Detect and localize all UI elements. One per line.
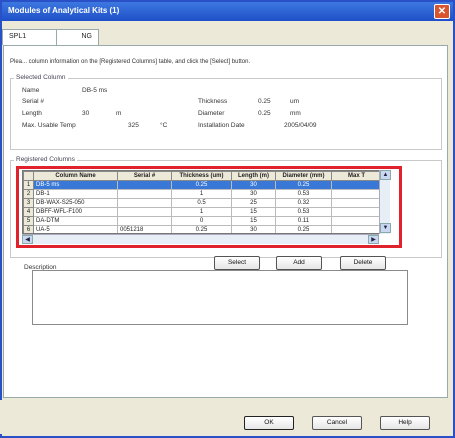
max-temp-cell[interactable] [331,189,382,199]
instruction-text: Plea... column information on the [Regis… [10,59,251,65]
serial-cell[interactable] [117,180,172,190]
column-name-cell[interactable]: DBFF-WFL-F100 [33,207,118,217]
name-value: DB-5 ms [82,87,108,94]
title-bar: Modules of Analytical Kits (1) ✕ [2,2,453,21]
row-number-cell[interactable]: 4 [23,207,34,217]
table-row[interactable]: 4 DBFF-WFL-F100 1 15 0.53 [23,207,382,217]
add-button[interactable]: Add [276,256,322,270]
tab-ng[interactable]: NG [57,29,99,45]
description-field[interactable] [32,270,408,325]
max-temp-cell[interactable] [331,216,382,226]
table-row[interactable]: 6 UA-5 0051218 0.25 30 0.25 [23,225,382,233]
column-name-cell[interactable]: DB-5 ms [33,180,118,190]
serial-cell[interactable]: 0051218 [117,225,172,233]
col-header-thickness[interactable]: Thickness (um) [171,171,232,181]
thickness-value: 0.25 [258,98,271,105]
table-row[interactable]: 2 DB-1 1 30 0.53 [23,189,382,199]
diameter-unit: mm [290,110,301,117]
diameter-cell[interactable]: 0.25 [275,225,332,233]
scroll-left-icon[interactable]: ◀ [22,235,33,244]
length-cell[interactable]: 30 [231,189,276,199]
thickness-cell[interactable]: 0 [171,216,232,226]
table-row[interactable]: 3 DB-WAX-S25-050 0.5 25 0.32 [23,198,382,208]
tab-spl1[interactable]: SPL1 [2,29,57,45]
install-date-label: Installation Date [198,122,245,129]
thickness-cell[interactable]: 0.25 [171,225,232,233]
length-unit: m [116,110,122,117]
col-header-max-temp[interactable]: Max T [331,171,382,181]
diameter-label: Diameter [198,110,225,117]
thickness-label: Thickness [198,98,228,105]
ok-button[interactable]: OK [244,416,294,430]
serial-cell[interactable] [117,216,172,226]
selected-column-group [10,78,442,150]
table-horizontal-scrollbar[interactable]: ◀ ▶ [22,234,379,244]
select-button[interactable]: Select [214,256,260,270]
length-label: Length [22,110,42,117]
install-date-value: 2005/04/09 [284,122,317,129]
col-header-length[interactable]: Length (m) [231,171,276,181]
scroll-right-icon[interactable]: ▶ [368,235,379,244]
registered-columns-label: Registered Columns [14,156,77,163]
length-value: 30 [82,110,90,117]
thickness-cell[interactable]: 1 [171,189,232,199]
length-cell[interactable]: 25 [231,198,276,208]
diameter-cell[interactable]: 0.53 [275,207,332,217]
diameter-cell[interactable]: 0.32 [275,198,332,208]
row-number-cell[interactable]: 6 [23,225,34,233]
max-temp-cell[interactable] [331,198,382,208]
thickness-cell[interactable]: 0.25 [171,180,232,190]
diameter-cell[interactable]: 0.53 [275,189,332,199]
length-cell[interactable]: 15 [231,207,276,217]
table-header-row: Column Name Serial # Thickness (um) Leng… [23,171,382,181]
thickness-unit: um [290,98,300,105]
col-header-name[interactable]: Column Name [33,171,118,181]
thickness-cell[interactable]: 0.5 [171,198,232,208]
max-temp-cell[interactable] [331,207,382,217]
max-temp-value: 325 [128,122,139,129]
row-number-cell[interactable]: 5 [23,216,34,226]
max-temp-cell[interactable] [331,180,382,190]
length-cell[interactable]: 30 [231,225,276,233]
table-vertical-scrollbar[interactable]: ▲ ▼ [379,170,391,234]
max-temp-unit: °C [160,122,168,129]
column-name-cell[interactable]: UA-5 [33,225,118,233]
scroll-up-icon[interactable]: ▲ [380,170,391,180]
length-cell[interactable]: 30 [231,180,276,190]
cancel-button[interactable]: Cancel [312,416,362,430]
length-cell[interactable]: 15 [231,216,276,226]
scroll-down-icon[interactable]: ▼ [380,223,391,233]
diameter-cell[interactable]: 0.11 [275,216,332,226]
col-header-serial[interactable]: Serial # [117,171,172,181]
serial-label: Serial # [22,98,45,105]
row-number-cell[interactable]: 2 [23,189,34,199]
table-row[interactable]: 1 DB-5 ms 0.25 30 0.25 [23,180,382,190]
serial-cell[interactable] [117,207,172,217]
column-name-cell[interactable]: DB-WAX-S25-050 [33,198,118,208]
table-row[interactable]: 5 DA-DTM 0 15 0.11 [23,216,382,226]
row-header-corner [23,171,34,181]
column-name-cell[interactable]: DB-1 [33,189,118,199]
serial-cell[interactable] [117,189,172,199]
column-name-cell[interactable]: DA-DTM [33,216,118,226]
selected-column-group-label: Selected Column [14,74,68,81]
diameter-value: 0.25 [258,110,271,117]
max-temp-label: Max. Usable Temp [22,122,76,129]
row-number-cell[interactable]: 3 [23,198,34,208]
thickness-cell[interactable]: 1 [171,207,232,217]
registered-columns-table[interactable]: Column Name Serial # Thickness (um) Leng… [22,170,390,234]
close-icon[interactable]: ✕ [434,4,450,19]
max-temp-cell[interactable] [331,225,382,233]
serial-cell[interactable] [117,198,172,208]
help-button[interactable]: Help [380,416,430,430]
window-title: Modules of Analytical Kits (1) [8,6,120,15]
name-label: Name [22,87,40,94]
col-header-diameter[interactable]: Diameter (mm) [275,171,332,181]
diameter-cell[interactable]: 0.25 [275,180,332,190]
row-number-cell[interactable]: 1 [23,180,34,190]
delete-button[interactable]: Delete [340,256,386,270]
